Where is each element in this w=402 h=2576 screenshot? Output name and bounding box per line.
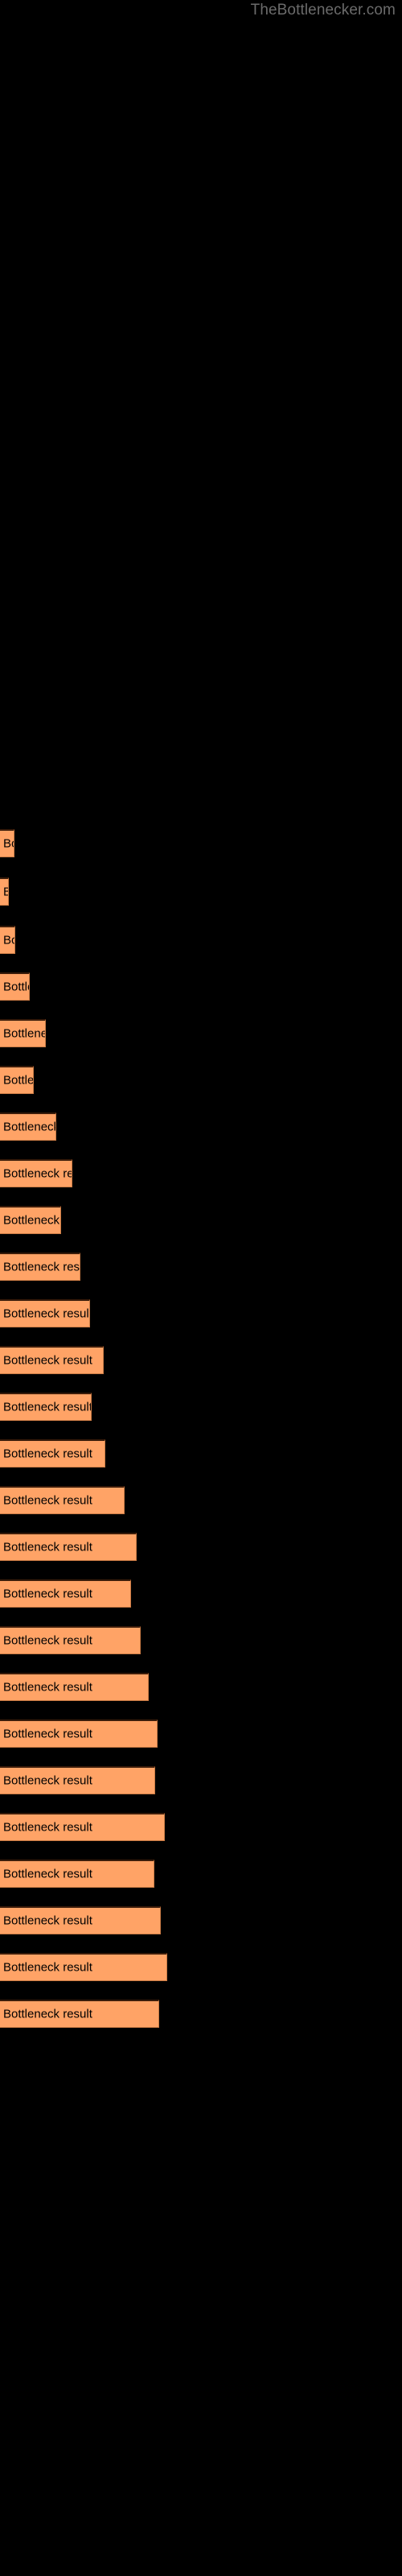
bar-label: Bottleneck result (3, 1680, 92, 1695)
bar-label: Bottleneck result (3, 1727, 92, 1741)
bar-label: Bottleneck result (3, 1307, 90, 1321)
bar-label: Bottleneck result (3, 1400, 92, 1414)
bar: Bottleneck result (0, 1346, 104, 1374)
bar: Bottleneck result (0, 829, 14, 857)
bar: Bottleneck result (0, 1860, 154, 1888)
bar-label: Bottleneck result (3, 1073, 34, 1088)
bar: Bottleneck result (0, 1113, 56, 1141)
bar-label: Bottleneck result (3, 1633, 92, 1648)
bar: Bottleneck result (0, 1626, 141, 1654)
bar-label: Bottleneck result (3, 980, 29, 994)
bar: Bottleneck result (0, 1439, 105, 1468)
bar-label: Bottleneck result (3, 2007, 92, 2021)
bar-label: Bottleneck result (3, 1960, 92, 1975)
bar-label: Bottleneck result (3, 1213, 60, 1228)
bar: Bottleneck result (0, 1906, 161, 1934)
bar: Bottleneck result (0, 1486, 125, 1514)
bar: Bottleneck result (0, 1766, 155, 1794)
bar: Bottleneck result (0, 877, 9, 906)
bar-label: Bottleneck result (3, 1913, 92, 1928)
bar: Bottleneck result (0, 1206, 61, 1234)
bar-label: Bottleneck result (3, 886, 8, 898)
plot-area: Bottleneck result Bottleneck result Bottle… (0, 0, 402, 2576)
bar: Bottleneck result (0, 1813, 165, 1841)
bar-label: Bottleneck result (3, 1447, 92, 1461)
bar-label: Bottleneck result (3, 1120, 56, 1134)
bar: Bottleneck result (0, 1159, 72, 1187)
bar-label: Bottleneck result (3, 1166, 72, 1181)
bar: Bottleneck result (0, 1019, 46, 1047)
bar: Bottleneck result (0, 1579, 131, 1608)
bar-label: Bottleneck result (3, 836, 14, 851)
bar-label: Bottleneck result (3, 1867, 92, 1881)
bar-label: Bottleneck result (3, 1540, 92, 1554)
bar-label: Bottleneck result (3, 933, 14, 947)
bar-label: Bottleneck result (3, 1587, 92, 1601)
bar: Bottleneck result (0, 1393, 92, 1421)
bar: Bottleneck result (0, 972, 30, 1001)
bar: Bottleneck result (0, 1673, 149, 1701)
bar-label: Bottleneck result (3, 1493, 92, 1508)
bar: Bottleneck result (0, 1953, 167, 1981)
bar: Bottleneck result (0, 1533, 137, 1561)
bar-label: Bottleneck result (3, 1260, 80, 1274)
bar-label: Bottleneck result (3, 1353, 92, 1368)
bar-label: Bottleneck result (3, 1026, 45, 1041)
bar-label: Bottleneck result (3, 1820, 92, 1835)
bar: Bottleneck result (0, 926, 15, 954)
bar: Bottleneck result (0, 2000, 159, 2028)
bar-label: Bottleneck result (3, 1773, 92, 1788)
bar: Bottleneck result (0, 1719, 158, 1748)
bar: Bottleneck result (0, 1253, 80, 1281)
bar: Bottleneck result (0, 1066, 34, 1094)
bottleneck-bar-chart: TheBottlenecker.com Bottleneck resultBot… (0, 0, 402, 2576)
bar: Bottleneck result (0, 1299, 90, 1327)
